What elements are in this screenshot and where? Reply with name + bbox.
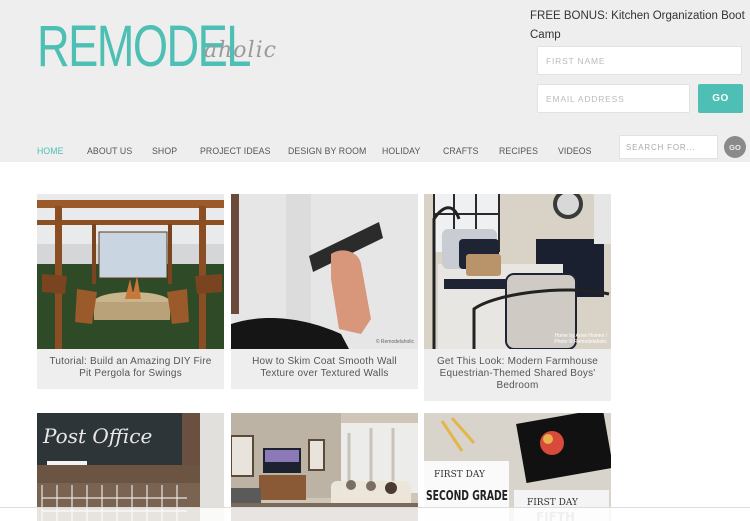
logo-sub-text: aholic xyxy=(204,38,277,63)
post-thumbnail-skim-coat[interactable]: © Remodelaholic xyxy=(231,194,418,349)
search-input[interactable]: SEARCH FOR... xyxy=(619,135,718,159)
sign-heading: FIRST DAY xyxy=(434,470,486,480)
post-title[interactable]: How to Skim Coat Smooth Wall Texture ove… xyxy=(231,349,418,389)
email-input[interactable]: EMAIL ADDRESS xyxy=(537,84,690,113)
nav-item-videos[interactable]: VIDEOS xyxy=(558,146,592,157)
post-thumbnail-fire-pit[interactable] xyxy=(37,194,224,349)
photo-watermark: © Remodelaholic xyxy=(375,339,414,345)
site-header: REMODEL aholic FREE BONUS: Kitchen Organ… xyxy=(0,0,750,162)
nav-item-project-ideas[interactable]: PROJECT IDEAS xyxy=(200,146,270,157)
nav-item-recipes[interactable]: RECIPES xyxy=(499,146,538,157)
post-card[interactable]: Post Office xyxy=(37,413,224,521)
post-card[interactable]: © Remodelaholic How to Skim Coat Smooth … xyxy=(231,194,418,389)
sign-grade: SECOND GRADE xyxy=(426,489,508,504)
optin-title: FREE BONUS: Kitchen Organization Boot Ca… xyxy=(530,10,745,41)
post-thumbnail-first-day[interactable]: FIRST DAY SECOND GRADE FIRST DAY FIFTH xyxy=(424,413,611,521)
post-card[interactable]: FIRST DAY SECOND GRADE FIRST DAY FIFTH xyxy=(424,413,611,521)
skim-coat-image xyxy=(231,194,418,349)
nav-item-crafts[interactable]: CRAFTS xyxy=(443,146,479,157)
optin-go-button[interactable]: GO xyxy=(698,84,743,113)
nav-item-holiday[interactable]: HOLIDAY xyxy=(382,146,420,157)
post-title[interactable]: Get This Look: Modern Farmhouse Equestri… xyxy=(424,349,611,401)
chalk-text: Post Office xyxy=(42,424,152,448)
first-name-placeholder: FIRST NAME xyxy=(546,55,606,66)
post-card[interactable]: Home by Arive Homes / Photo © Remodelaho… xyxy=(424,194,611,401)
post-card[interactable] xyxy=(231,413,418,521)
first-name-input[interactable]: FIRST NAME xyxy=(537,46,742,75)
photo-watermark: Home by Arive Homes / Photo © Remodelaho… xyxy=(554,333,607,345)
email-placeholder: EMAIL ADDRESS xyxy=(546,93,625,104)
post-card[interactable]: Tutorial: Build an Amazing DIY Fire Pit … xyxy=(37,194,224,389)
first-day-signs-image: FIRST DAY SECOND GRADE FIRST DAY FIFTH xyxy=(424,413,611,521)
fire-pit-pergola-image xyxy=(37,194,224,349)
farmhouse-bedroom-image xyxy=(424,194,611,349)
bottom-fade-overlay xyxy=(0,507,750,521)
post-thumbnail-bedroom[interactable]: Home by Arive Homes / Photo © Remodelaho… xyxy=(424,194,611,349)
search-placeholder: SEARCH FOR... xyxy=(626,142,696,152)
nav-item-about-us[interactable]: ABOUT US xyxy=(87,146,132,157)
main-nav: HOME ABOUT US SHOP PROJECT IDEAS DESIGN … xyxy=(0,140,620,162)
search-go-button[interactable]: GO xyxy=(724,136,746,158)
post-office-chalkboard-image: Post Office xyxy=(37,413,224,521)
post-thumbnail-living-room[interactable] xyxy=(231,413,418,521)
post-title[interactable]: Tutorial: Build an Amazing DIY Fire Pit … xyxy=(37,349,224,389)
nav-item-design-by-room[interactable]: DESIGN BY ROOM xyxy=(288,146,366,157)
living-room-image xyxy=(231,413,418,521)
nav-item-home[interactable]: HOME xyxy=(37,146,64,157)
post-thumbnail-post-office[interactable]: Post Office xyxy=(37,413,224,521)
nav-item-shop[interactable]: SHOP xyxy=(152,146,177,157)
